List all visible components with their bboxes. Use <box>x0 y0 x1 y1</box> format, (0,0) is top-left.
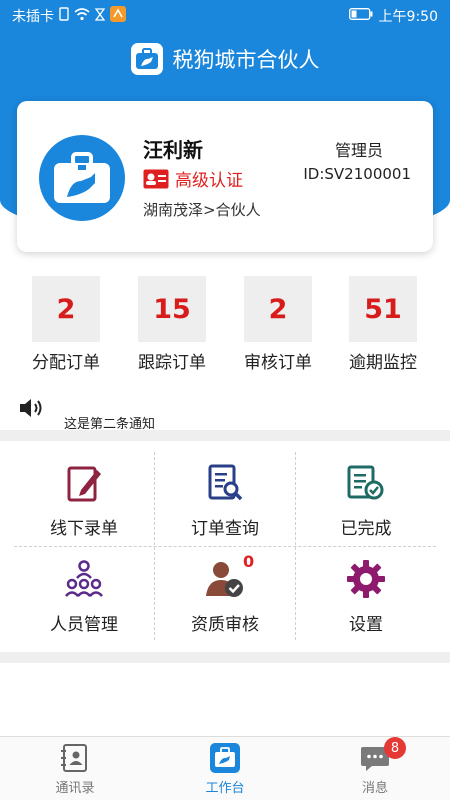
message-count-badge: 8 <box>384 737 406 759</box>
stat-label: 审核订单 <box>244 353 312 373</box>
menu-completed[interactable]: 已完成 <box>296 452 436 544</box>
stat-assigned-orders[interactable]: 2 分配订单 <box>14 276 118 373</box>
app-screen: 未插卡 上午9:50 税狗城市合伙人 汪利新 高级认证 湖南茂泽>合伙人 管理员… <box>0 0 450 800</box>
status-bar: 未插卡 上午9:50 <box>0 0 450 32</box>
carrier-text: 未插卡 <box>12 9 54 25</box>
id-card-icon <box>143 169 169 188</box>
stat-value: 2 <box>32 276 100 342</box>
menu-qualification-review[interactable]: 0 资质审核 <box>155 548 295 640</box>
stat-label: 逾期监控 <box>349 353 417 373</box>
stat-overdue-monitor[interactable]: 51 逾期监控 <box>331 276 435 373</box>
stat-tracking-orders[interactable]: 15 跟踪订单 <box>120 276 224 373</box>
workbench-icon <box>210 743 240 773</box>
tab-label: 消息 <box>361 781 388 796</box>
menu-label: 设置 <box>349 615 383 635</box>
document-check-icon <box>347 465 384 500</box>
menu-label: 已完成 <box>340 519 392 539</box>
tab-label: 工作台 <box>205 781 245 796</box>
menu-staff-management[interactable]: 人员管理 <box>14 548 154 640</box>
stat-value: 15 <box>138 276 206 342</box>
menu-settings[interactable]: 设置 <box>296 548 436 640</box>
menu-order-query[interactable]: 订单查询 <box>155 452 295 544</box>
gear-icon <box>347 560 385 598</box>
stat-review-orders[interactable]: 2 审核订单 <box>226 276 330 373</box>
qualification-count-badge: 0 <box>243 552 255 571</box>
tab-label: 通讯录 <box>55 781 95 796</box>
page-title: 税狗城市合伙人 <box>172 48 320 72</box>
menu-label: 资质审核 <box>191 615 259 635</box>
certification-label: 高级认证 <box>175 171 243 191</box>
menu-label: 订单查询 <box>191 519 259 539</box>
tab-workbench[interactable]: 工作台 <box>150 737 300 800</box>
status-time: 上午9:50 <box>378 9 438 25</box>
bottom-tab-bar: 通讯录 工作台 8 消息 <box>0 736 450 800</box>
user-role: 管理员 <box>334 141 383 160</box>
function-grid: 线下录单 订单查询 已完成 人员管理 0 资质审核 设置 <box>0 452 450 642</box>
certification-badge[interactable]: 高级认证 <box>143 166 243 191</box>
avatar[interactable] <box>39 135 125 221</box>
profile-card[interactable]: 汪利新 高级认证 湖南茂泽>合伙人 管理员 ID:SV2100001 <box>17 101 433 252</box>
title-bar: 税狗城市合伙人 <box>0 38 450 80</box>
speaker-icon <box>18 396 46 424</box>
sim-icon <box>59 7 69 25</box>
user-check-icon <box>206 562 243 597</box>
tab-messages[interactable]: 8 消息 <box>300 737 450 800</box>
app-notification-icon <box>110 6 126 26</box>
section-divider <box>0 652 450 663</box>
menu-offline-entry[interactable]: 线下录单 <box>14 452 154 544</box>
notice-bar[interactable]: 这是第二条通知 <box>0 384 450 432</box>
user-region: 湖南茂泽>合伙人 <box>143 201 261 219</box>
edit-document-icon <box>67 466 101 502</box>
document-search-icon <box>208 464 243 501</box>
battery-icon <box>348 8 373 24</box>
stat-label: 跟踪订单 <box>138 353 206 373</box>
user-id: ID:SV2100001 <box>303 165 411 183</box>
menu-label: 线下录单 <box>50 519 118 539</box>
tab-contacts[interactable]: 通讯录 <box>0 737 150 800</box>
wifi-icon <box>74 7 90 25</box>
menu-label: 人员管理 <box>50 615 118 635</box>
user-name: 汪利新 <box>143 138 203 162</box>
hourglass-icon <box>94 7 106 25</box>
grid-divider <box>14 546 436 547</box>
people-group-icon <box>65 560 103 597</box>
stat-label: 分配订单 <box>32 353 100 373</box>
contacts-icon <box>61 744 87 772</box>
section-divider <box>0 430 450 441</box>
briefcase-dog-icon <box>54 152 110 203</box>
order-stats: 2 分配订单 15 跟踪订单 2 审核订单 51 逾期监控 <box>0 276 450 376</box>
stat-value: 51 <box>349 276 417 342</box>
stat-value: 2 <box>244 276 312 342</box>
app-logo-icon <box>130 43 163 75</box>
